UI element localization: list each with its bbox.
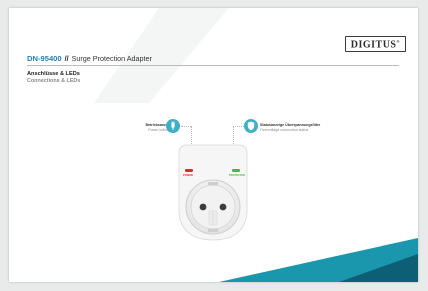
surge-adapter-device: POWER PROTECTED	[165, 143, 261, 248]
power-led-label: POWER	[183, 174, 193, 177]
callout-label-german: Statusanzeige Überspannungsfilter	[260, 123, 321, 127]
protected-led-label: PROTECTED	[229, 174, 245, 177]
callout-label-english: Overvoltage connection status	[260, 127, 309, 132]
callout-protection-status: Statusanzeige Überspannungsfilter Overvo…	[260, 123, 320, 132]
title-separator: //	[64, 54, 69, 63]
product-name: Surge Protection Adapter	[71, 54, 152, 63]
section-title-english: Connections & LEDs	[27, 78, 81, 84]
section-title-german: Anschlüsse & LEDs	[27, 71, 80, 77]
power-led	[185, 169, 193, 172]
model-number: DN-95400	[27, 54, 62, 63]
callout-connector-power	[181, 126, 191, 127]
digitus-logo: DIGITUS®	[344, 36, 406, 53]
logo-text: DIGITUS	[350, 39, 397, 51]
title-divider	[27, 65, 399, 66]
socket-hole-right	[219, 203, 227, 211]
adapter-body	[178, 144, 248, 241]
slide-page: DIGITUS® DN-95400//Surge Protection Adap…	[9, 8, 418, 282]
callout-connector-protected	[233, 126, 244, 127]
page-title: DN-95400//Surge Protection Adapter	[27, 54, 152, 63]
power-plug-icon	[166, 119, 180, 133]
protected-led	[232, 169, 240, 172]
socket-hole-left	[199, 203, 207, 211]
shield-icon	[244, 119, 258, 133]
